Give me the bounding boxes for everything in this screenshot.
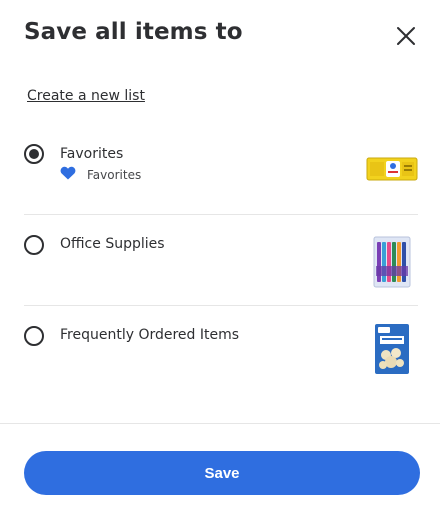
dialog-title: Save all items to: [24, 19, 243, 45]
close-button[interactable]: [394, 24, 418, 48]
list-sub-label: Favorites: [60, 166, 141, 183]
list-name: Favorites: [60, 146, 124, 162]
list-item-office-supplies[interactable]: Office Supplies: [0, 214, 440, 305]
save-items-dialog: Save all items to Create a new list Favo…: [0, 0, 440, 514]
heart-icon: [60, 166, 76, 183]
product-thumbnail: [366, 323, 418, 375]
list-name: Office Supplies: [60, 236, 165, 252]
radio-office-supplies[interactable]: [24, 235, 44, 255]
list-item-favorites[interactable]: Favorites Favorites: [0, 122, 440, 213]
save-button[interactable]: Save: [24, 451, 420, 495]
list-name: Frequently Ordered Items: [60, 327, 240, 343]
close-icon: [397, 27, 415, 45]
product-thumbnail: [366, 236, 418, 288]
radio-frequently-ordered[interactable]: [24, 326, 44, 346]
radio-favorites[interactable]: [24, 144, 44, 164]
list-item-frequently-ordered[interactable]: Frequently Ordered Items: [0, 305, 440, 396]
list-sub-text: Favorites: [87, 167, 142, 182]
product-thumbnail: [366, 144, 418, 196]
footer-divider: [0, 423, 440, 424]
create-new-list-link[interactable]: Create a new list: [27, 88, 145, 104]
